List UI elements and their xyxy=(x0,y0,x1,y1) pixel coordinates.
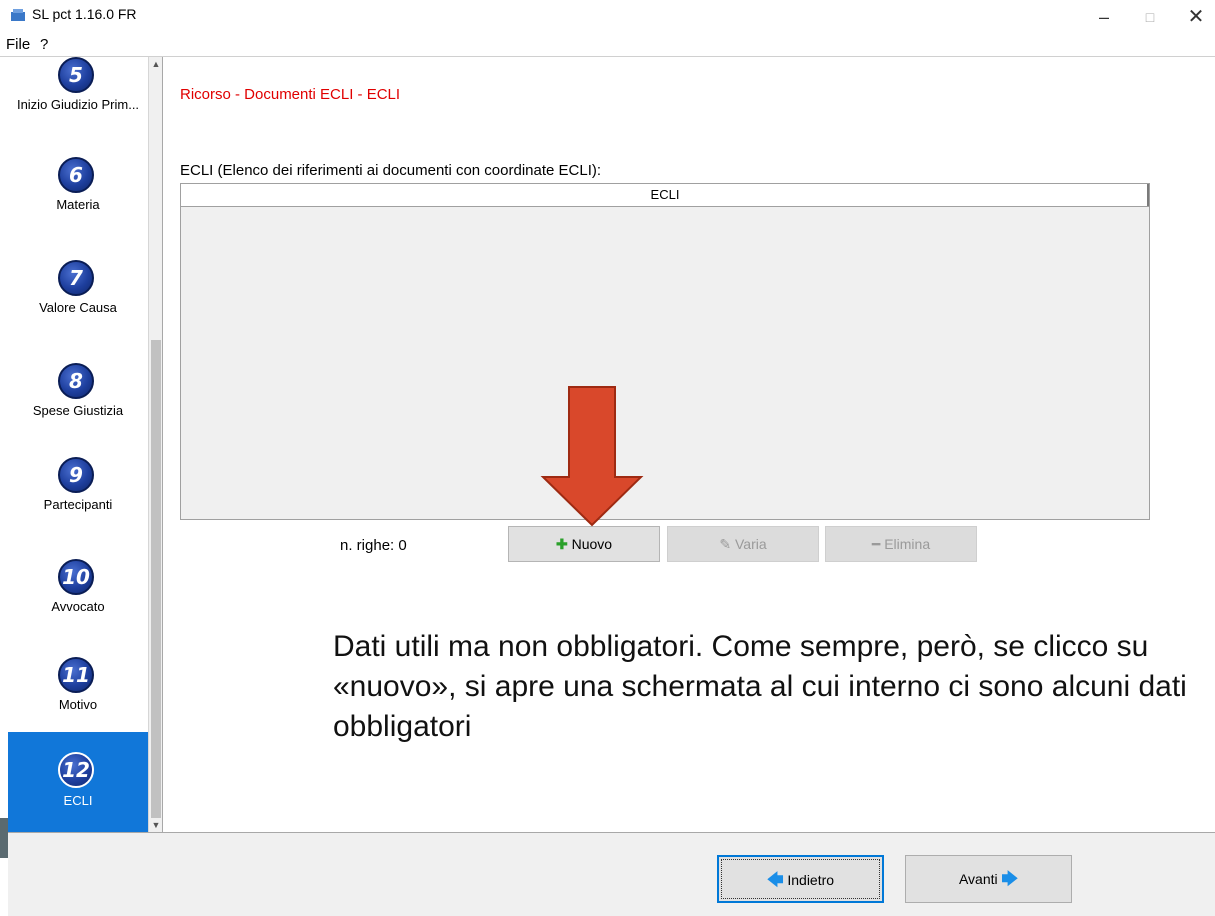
step-label: Partecipanti xyxy=(43,497,113,512)
next-button-label: Avanti xyxy=(958,871,998,887)
title-bar: SL pct 1.16.0 FR – □ ✕ xyxy=(0,0,1215,34)
sidebar-divider xyxy=(162,57,163,832)
step-8[interactable]: 8 Spese Giustizia xyxy=(8,353,148,453)
delete-button-label: Elimina xyxy=(884,536,931,552)
step-5[interactable]: 5 Inizio Giudizio Prim... xyxy=(8,57,148,147)
step-label: ECLI xyxy=(63,793,93,808)
arrow-right-icon: 🡆 xyxy=(1001,871,1019,888)
edit-button-label: Varia xyxy=(734,536,767,552)
ecli-table[interactable]: ECLI xyxy=(180,183,1150,520)
step-number-badge: 5 xyxy=(58,57,94,93)
page-title: Ricorso - Documenti ECLI - ECLI xyxy=(180,86,401,103)
step-number-badge: 11 xyxy=(58,657,94,693)
table-caption: ECLI (Elenco dei riferimenti ai document… xyxy=(180,162,602,179)
menu-help[interactable]: ? xyxy=(40,36,48,53)
minimize-button[interactable]: – xyxy=(1084,4,1124,30)
step-label: Valore Causa xyxy=(39,300,117,315)
close-button[interactable]: ✕ xyxy=(1176,4,1215,30)
new-button[interactable]: ✚ Nuovo xyxy=(508,526,660,562)
scrollbar-thumb[interactable] xyxy=(151,340,161,818)
menu-bar: File ? xyxy=(0,34,1215,57)
steps-sidebar: 5 Inizio Giudizio Prim... 6 Materia 7 Va… xyxy=(8,57,148,832)
new-button-label: Nuovo xyxy=(571,536,613,552)
step-label: Inizio Giudizio Prim... xyxy=(16,97,140,112)
window-title: SL pct 1.16.0 FR xyxy=(32,6,137,22)
step-number-badge: 10 xyxy=(58,559,94,595)
step-6[interactable]: 6 Materia xyxy=(8,147,148,247)
minus-icon: ━ xyxy=(871,536,881,552)
delete-button[interactable]: ━ Elimina xyxy=(825,526,977,562)
edit-button[interactable]: ✎ Varia xyxy=(667,526,819,562)
step-label: Avvocato xyxy=(51,599,105,614)
step-label: Spese Giustizia xyxy=(32,403,124,418)
step-number-badge: 7 xyxy=(58,260,94,296)
step-number-badge: 6 xyxy=(58,157,94,193)
edge-decoration xyxy=(0,818,8,858)
pencil-icon: ✎ xyxy=(719,536,732,552)
app-icon xyxy=(11,9,25,21)
maximize-button[interactable]: □ xyxy=(1130,4,1170,30)
annotation-note: Dati utili ma non obbligatori. Come semp… xyxy=(333,630,1187,743)
scroll-down-icon[interactable]: ▼ xyxy=(149,818,163,832)
step-number-badge: 8 xyxy=(58,363,94,399)
next-button[interactable]: Avanti 🡆 xyxy=(905,855,1072,903)
step-10[interactable]: 10 Avvocato xyxy=(8,549,148,649)
down-arrow-icon xyxy=(540,386,644,527)
step-label: Motivo xyxy=(58,697,98,712)
column-header-ecli[interactable]: ECLI xyxy=(181,184,1149,207)
scroll-up-icon[interactable]: ▲ xyxy=(149,57,163,71)
step-7[interactable]: 7 Valore Causa xyxy=(8,250,148,350)
back-button[interactable]: 🡄 Indietro xyxy=(717,855,884,903)
plus-icon: ✚ xyxy=(555,536,568,552)
arrow-left-icon: 🡄 xyxy=(766,872,784,889)
step-12[interactable]: 12 ECLI xyxy=(8,732,148,832)
row-count: n. righe: 0 xyxy=(340,537,407,554)
sidebar-scrollbar[interactable]: ▲ ▼ xyxy=(148,57,163,832)
step-number-badge: 9 xyxy=(58,457,94,493)
step-label: Materia xyxy=(56,197,100,212)
back-button-label: Indietro xyxy=(787,872,835,888)
step-9[interactable]: 9 Partecipanti xyxy=(8,447,148,547)
header-divider xyxy=(1147,184,1149,206)
step-number-badge: 12 xyxy=(58,752,94,788)
menu-file[interactable]: File xyxy=(6,36,30,53)
